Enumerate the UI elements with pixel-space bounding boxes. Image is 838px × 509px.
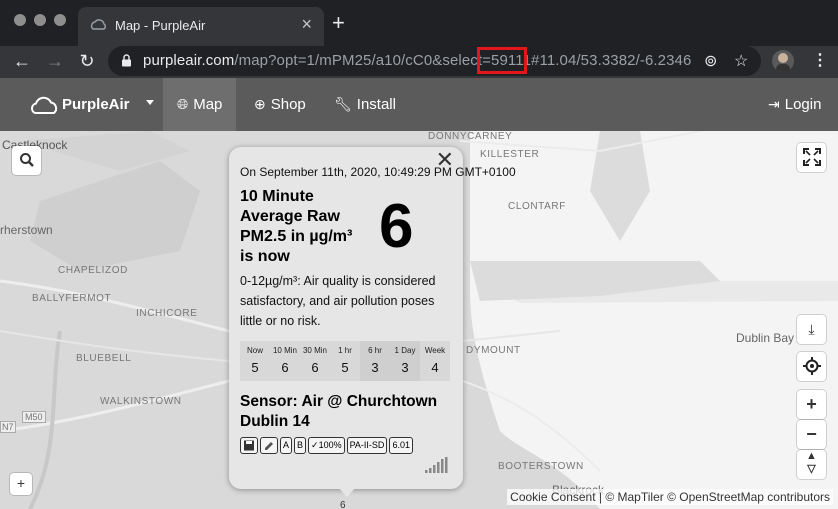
back-arrow-icon[interactable]: ←	[10, 50, 34, 74]
new-tab-button[interactable]: +	[332, 12, 345, 34]
minimize-window-button[interactable]	[34, 14, 46, 26]
nav-item-install[interactable]: 🔧︎ Install	[320, 78, 410, 131]
sensor-popup: ✕ On September 11th, 2020, 10:49:29 PM G…	[229, 147, 516, 497]
map-label: KILLESTER	[480, 149, 540, 160]
history-cell[interactable]: Now 5	[240, 341, 270, 381]
browser-tab[interactable]: Map - PurpleAir ×	[78, 7, 324, 46]
plus-circle-icon: ⊕	[254, 96, 266, 112]
reading-timestamp: On September 11th, 2020, 10:49:29 PM GMT…	[240, 165, 516, 179]
forward-arrow-icon[interactable]: →	[43, 50, 67, 74]
history-table: Now 5 10 Min 6 30 Min 6 1 hr 5 6 hr 3 1 Day 3 …	[240, 341, 450, 381]
history-cell[interactable]: 1 hr 5	[330, 341, 360, 381]
map-label: BOOTERSTOWN	[498, 461, 584, 472]
map-label: INCHICORE	[136, 308, 198, 319]
wrench-icon: 🔧︎	[334, 96, 352, 112]
lock-icon	[122, 54, 131, 67]
cloud-icon	[30, 96, 58, 114]
map-label: BALLYFERMOT	[32, 293, 112, 304]
metric-label: 10 Minute Average Raw PM2.5 in µg/m³ is …	[240, 188, 353, 265]
channel-a-badge[interactable]: A	[280, 437, 293, 455]
map-label: rherstown	[0, 223, 53, 237]
nav-item-shop[interactable]: ⊕ Shop	[240, 78, 320, 131]
browser-tab-strip: Map - PurpleAir × +	[0, 0, 838, 46]
locate-icon[interactable]	[797, 352, 826, 381]
browser-toolbar: ← → ↻ purpleair.com/map?opt=1/mPM25/a10/…	[0, 46, 838, 78]
map-label: BLUEBELL	[76, 353, 132, 364]
history-cell[interactable]: Week 4	[420, 341, 450, 381]
history-cell[interactable]: 1 Day 3	[390, 341, 420, 381]
map-label: CHAPELIZOD	[58, 265, 128, 276]
save-icon[interactable]	[240, 437, 258, 455]
close-tab-icon[interactable]: ×	[301, 15, 312, 33]
map-label: DYMOUNT	[466, 345, 521, 356]
expand-legend-button[interactable]: +	[10, 473, 32, 495]
map-marker-value[interactable]: 6	[340, 500, 346, 509]
map-label: Dublin Bay	[736, 331, 795, 345]
sensor-name: Sensor: Air @ Churchtown Dublin 14	[240, 393, 438, 430]
star-icon[interactable]: ☆	[734, 51, 748, 71]
pm25-value: 6	[379, 192, 414, 261]
globe-icon: 🌐︎	[177, 96, 189, 112]
site-navbar: PurpleAir 🌐︎ Map ⊕ Shop 🔧︎ Install ⇥ Login	[0, 78, 838, 131]
history-cell[interactable]: 6 hr 3	[360, 341, 390, 381]
login-icon: ⇥	[768, 96, 780, 112]
firmware-badge[interactable]: 6.01	[389, 437, 413, 455]
channel-b-badge[interactable]: B	[294, 437, 307, 455]
search-icon[interactable]	[12, 146, 41, 175]
road-shield: N7	[0, 421, 16, 433]
zoom-out-button[interactable]: −	[797, 420, 826, 449]
map-label: WALKINSTOWN	[100, 396, 182, 407]
compass-icon[interactable]: ▲ ▽	[797, 450, 826, 479]
map-label: CLONTARF	[508, 201, 566, 212]
edit-icon[interactable]	[260, 437, 278, 455]
history-cell[interactable]: 30 Min 6	[300, 341, 330, 381]
globe-icon	[90, 19, 106, 30]
map-attribution[interactable]: Cookie Consent | © MapTiler © OpenStreet…	[507, 489, 833, 505]
sensor-badges: A B ✓100% PA-II-SD 6.01	[240, 437, 415, 455]
address-bar[interactable]: purpleair.com/map?opt=1/mPM25/a10/cC0&se…	[108, 46, 761, 76]
close-window-button[interactable]	[14, 14, 26, 26]
signal-strength-icon	[425, 457, 448, 473]
air-quality-description: 0-12µg/m³: Air quality is considered sat…	[240, 274, 436, 328]
url-text: purpleair.com/map?opt=1/mPM25/a10/cC0&se…	[143, 52, 692, 69]
road-shield: M50	[22, 411, 46, 423]
model-badge[interactable]: PA-II-SD	[346, 437, 388, 455]
camera-icon[interactable]: ⊚	[704, 51, 717, 71]
url-highlight-box	[477, 47, 527, 74]
popup-pointer	[338, 487, 356, 497]
zoom-in-button[interactable]: +	[797, 390, 826, 419]
fullscreen-icon[interactable]	[797, 143, 826, 172]
confidence-badge[interactable]: ✓100%	[308, 437, 345, 455]
profile-avatar[interactable]	[772, 50, 794, 72]
login-link[interactable]: ⇥ Login	[754, 78, 835, 131]
download-icon[interactable]: ⤓	[797, 315, 826, 344]
map-label: DONNYCARNEY	[428, 131, 513, 142]
more-menu-icon[interactable]: ⋮	[812, 50, 828, 72]
history-cell[interactable]: 10 Min 6	[270, 341, 300, 381]
reload-icon[interactable]: ↻	[75, 50, 99, 74]
brand-name: PurpleAir	[62, 96, 130, 113]
maximize-window-button[interactable]	[54, 14, 66, 26]
nav-item-map[interactable]: 🌐︎ Map	[163, 78, 237, 131]
chevron-down-icon[interactable]	[146, 100, 154, 105]
tab-title: Map - PurpleAir	[115, 18, 206, 33]
